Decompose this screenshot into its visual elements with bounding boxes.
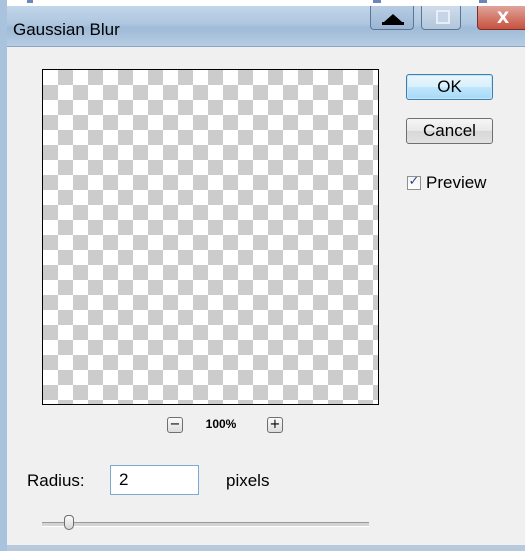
radius-slider-thumb[interactable] [64, 515, 74, 530]
maximize-icon [436, 10, 450, 24]
radius-label: Radius: [27, 471, 85, 490]
minimize-bar-icon [382, 22, 404, 25]
blur-preview-canvas[interactable] [42, 69, 379, 405]
zoom-out-button[interactable]: − [167, 417, 183, 433]
ok-button[interactable]: OK [406, 74, 493, 100]
preview-checkbox-label[interactable]: Preview [426, 173, 486, 193]
triangle-up-minimize-icon [384, 14, 402, 22]
checkmark-icon: ✓ [408, 174, 420, 189]
dialog-title: Gaussian Blur [13, 20, 120, 39]
maximize-button[interactable] [421, 6, 461, 30]
radius-slider-track[interactable] [42, 522, 369, 527]
radius-unit-label: pixels [226, 471, 270, 490]
close-icon: X [496, 8, 510, 27]
radius-input[interactable]: 2 [110, 465, 199, 495]
preview-checkbox[interactable]: ✓ [407, 174, 421, 190]
window-bottom-border [7, 545, 525, 551]
minimize-button[interactable] [370, 6, 414, 30]
zoom-level-readout: 100% [205, 417, 237, 431]
cancel-button[interactable]: Cancel [406, 118, 493, 144]
title-bar[interactable]: Gaussian Blur X [7, 6, 525, 47]
close-button[interactable]: X [477, 6, 525, 30]
gaussian-blur-dialog: Gaussian Blur X − 100% + OK Cancel ✓ Pre… [0, 0, 525, 551]
zoom-in-button[interactable]: + [267, 417, 283, 433]
